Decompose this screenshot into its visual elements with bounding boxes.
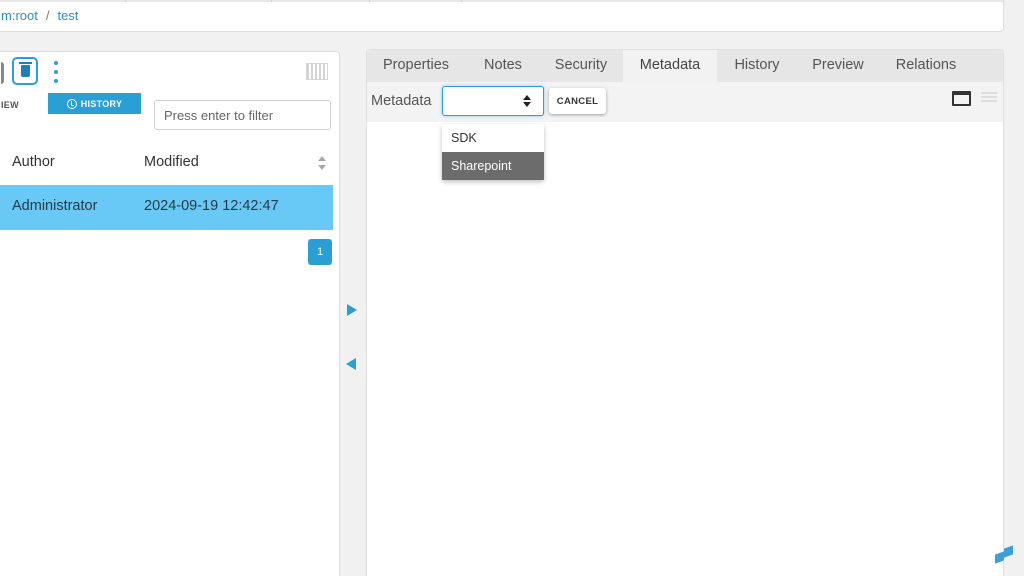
top-tabs-strip [0, 0, 1003, 2]
breadcrumb-root[interactable]: m:root [1, 8, 38, 23]
column-header-author[interactable]: Author [12, 154, 55, 170]
collapse-left-icon[interactable] [346, 358, 356, 370]
breadcrumb-separator: / [45, 8, 50, 23]
details-tabbar: Properties Notes Security Metadata Histo… [367, 50, 1003, 82]
delete-icon [18, 62, 32, 77]
column-header-modified[interactable]: Modified [144, 154, 199, 170]
toolbar-edge-button[interactable] [1, 62, 4, 84]
tab-view[interactable]: IEW [0, 94, 37, 114]
tab-history[interactable]: History [723, 50, 791, 82]
breadcrumb-current[interactable]: test [57, 8, 78, 23]
tab-notes[interactable]: Notes [471, 50, 535, 82]
more-vert-icon[interactable] [52, 61, 60, 83]
tab-history-label: HISTORY [80, 98, 123, 109]
select-arrows-icon [523, 95, 531, 107]
cell-author: Administrator [12, 198, 98, 214]
columns-icon[interactable] [306, 63, 328, 80]
history-panel: IEW HISTORY Author Modified Administrato… [0, 51, 340, 576]
dropdown-option-sdk[interactable]: SDK [442, 124, 544, 152]
cell-modified: 2024-09-19 12:42:47 [144, 198, 279, 214]
details-panel: Properties Notes Security Metadata Histo… [366, 49, 1004, 576]
delete-button[interactable] [12, 57, 38, 85]
metadata-select[interactable] [442, 86, 544, 116]
tab-relations[interactable]: Relations [887, 50, 965, 82]
tab-properties[interactable]: Properties [377, 50, 455, 82]
tab-security[interactable]: Security [547, 50, 615, 82]
breadcrumb-bar: m:root / test [0, 0, 1004, 32]
metadata-toolbar: Metadata CANCEL [367, 82, 1003, 122]
brand-logo-icon [994, 544, 1014, 564]
tab-preview[interactable]: Preview [803, 50, 873, 82]
expand-right-icon[interactable] [347, 304, 357, 316]
history-icon [66, 98, 77, 109]
tab-metadata[interactable]: Metadata [623, 50, 717, 82]
cancel-button[interactable]: CANCEL [549, 88, 606, 114]
list-icon[interactable] [981, 92, 997, 104]
sort-icon[interactable] [318, 156, 327, 170]
dropdown-option-sharepoint[interactable]: Sharepoint [442, 152, 544, 180]
breadcrumb: m:root / test [1, 8, 78, 23]
pagination-page-button[interactable]: 1 [308, 239, 332, 265]
table-row[interactable]: Administrator 2024-09-19 12:42:47 [0, 185, 333, 230]
tab-history[interactable]: HISTORY [48, 93, 141, 114]
filter-input[interactable] [154, 100, 331, 130]
window-icon[interactable] [952, 91, 971, 106]
metadata-dropdown: SDK Sharepoint [442, 124, 544, 180]
metadata-label: Metadata [371, 93, 432, 109]
